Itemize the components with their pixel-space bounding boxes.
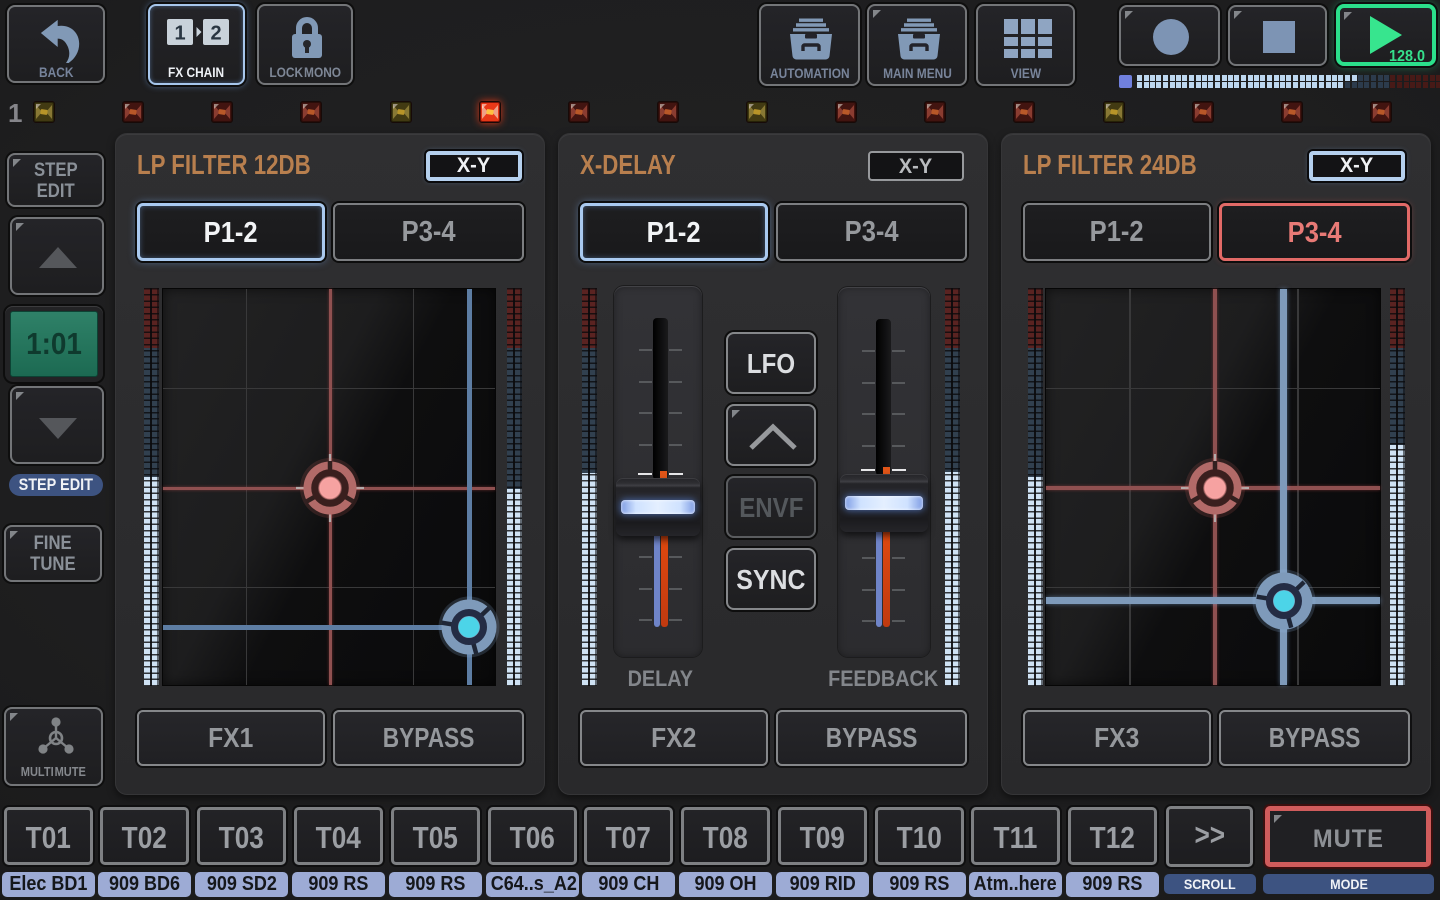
svg-text:2: 2 bbox=[210, 23, 221, 45]
svg-text:1: 1 bbox=[174, 23, 185, 45]
